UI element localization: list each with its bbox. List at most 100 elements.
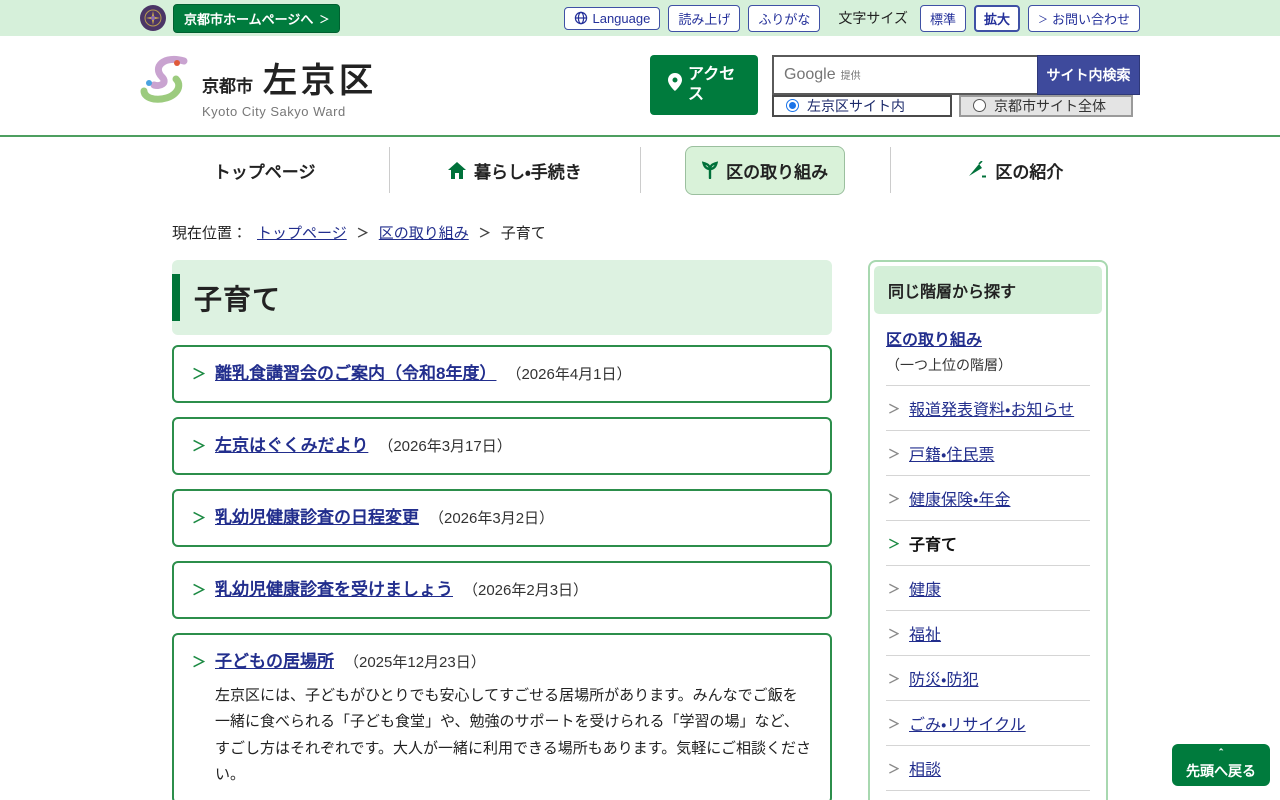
article-link[interactable]: 乳幼児健康診査を受けましょう xyxy=(215,577,453,603)
location-pin-icon xyxy=(668,72,682,96)
chevron-right-icon: ＞ xyxy=(888,491,901,506)
sidebar-item-recycling[interactable]: ＞ ごみ・リサイクル xyxy=(886,700,1090,745)
nav-top-page-label: トップページ xyxy=(213,162,316,182)
furigana-button[interactable]: ふりがな xyxy=(748,4,821,32)
article-link[interactable]: 子どもの居場所 xyxy=(215,649,334,675)
sidebar-item-label: 健康保険・年金 xyxy=(909,492,1011,509)
furigana-label: ふりがな xyxy=(758,11,811,27)
chevron-right-icon: ＞ xyxy=(1037,14,1048,26)
nav-living-procedures[interactable]: 暮らし・手続き xyxy=(389,147,639,193)
chevron-right-icon: ＞ xyxy=(888,626,901,641)
article-date: （2026年2月3日） xyxy=(463,582,589,599)
kyoto-city-emblem-icon xyxy=(140,5,166,31)
language-button[interactable]: Language xyxy=(564,6,661,30)
nav-ward-initiatives-label: 区の取り組み xyxy=(726,162,829,182)
sidebar-parent-note: （一つ上位の階層） xyxy=(886,357,1012,373)
sidebar-item-label: 防災・防犯 xyxy=(909,672,979,689)
chevron-up-icon: ＾ xyxy=(1215,750,1227,762)
sidebar-item-label: 戸籍・住民票 xyxy=(909,447,995,464)
breadcrumb-current: 子育て xyxy=(500,225,546,242)
nav-ward-initiatives[interactable]: 区の取り組み xyxy=(639,145,890,195)
contact-label: お問い合わせ xyxy=(1051,11,1130,27)
read-aloud-label: 読み上げ xyxy=(678,11,731,27)
nav-ward-introduction[interactable]: 区の紹介 xyxy=(889,147,1140,193)
sidebar-item-health[interactable]: ＞ 健康 xyxy=(886,565,1090,610)
font-standard-label: 標準 xyxy=(929,11,956,27)
font-size-label: 文字サイズ xyxy=(838,10,908,26)
language-label: Language xyxy=(592,10,651,26)
home-icon xyxy=(447,161,466,179)
site-header: 京都市 左京区 Kyoto City Sakyo Ward アクセス Googl xyxy=(0,36,1280,135)
nav-ward-introduction-label: 区の紹介 xyxy=(995,162,1064,182)
article-card: ＞ 左京はぐくみだより （2026年3月17日） xyxy=(172,417,832,475)
article-link[interactable]: 左京はぐくみだより xyxy=(215,433,368,459)
kyoto-city-home-label: 京都市ホームページへ xyxy=(184,11,314,27)
sakyo-ward-logo-mark-icon xyxy=(140,53,192,114)
sidebar-item-childcare-current: ＞ 子育て xyxy=(886,520,1090,565)
article-description: 左京区には、子どもがひとりでも安心してすごせる居場所があります。みんなでご飯を一… xyxy=(215,687,811,783)
chevron-right-icon: ＞ xyxy=(888,761,901,776)
utility-bar: 京都市ホームページへ ＞ Language 読み上げ ふりがな 文字サイズ 標準… xyxy=(0,0,1280,36)
sidebar-item-consultation[interactable]: ＞ 相談 xyxy=(886,745,1090,790)
sidebar-item-label: 子育て xyxy=(909,537,958,554)
search-scope-city-radio[interactable]: 京都市サイト全体 xyxy=(959,94,1133,117)
access-button[interactable]: アクセス xyxy=(650,54,758,115)
chevron-right-icon: ＞ xyxy=(888,446,901,461)
back-to-top-label: 先頭へ戻る xyxy=(1186,763,1256,780)
access-label: アクセス xyxy=(688,66,736,103)
article-card: ＞ 乳幼児健康診査の日程変更 （2026年3月2日） xyxy=(172,489,832,547)
logo-city-text: 京都市 xyxy=(202,76,253,96)
chevron-right-icon: ＞ xyxy=(319,14,330,26)
sidebar-item-insurance[interactable]: ＞ 健康保険・年金 xyxy=(886,475,1090,520)
sprout-icon xyxy=(702,161,719,179)
sidebar-item-press[interactable]: ＞ 報道発表資料・お知らせ xyxy=(886,385,1090,430)
nav-living-procedures-label: 暮らし・手続き xyxy=(473,162,582,182)
sidebar-item-label: 健康 xyxy=(909,582,942,599)
site-search-button[interactable]: サイト内検索 xyxy=(1037,54,1140,95)
kyoto-city-home-button[interactable]: 京都市ホームページへ ＞ xyxy=(173,3,341,33)
article-card: ＞ 子どもの居場所 （2025年12月23日） 左京区には、子どもがひとりでも安… xyxy=(172,633,832,800)
sidebar-title: 同じ階層から探す xyxy=(874,266,1102,314)
logo-english-text: Kyoto City Sakyo Ward xyxy=(202,103,346,119)
chevron-right-icon: ＞ xyxy=(888,581,901,596)
breadcrumb-link-initiatives[interactable]: 区の取り組み xyxy=(379,222,469,243)
sidebar-item-label: ごみ・リサイクル xyxy=(909,717,1026,734)
breadcrumb-label: 現在位置： xyxy=(172,225,248,242)
search-input[interactable]: Google 提供 xyxy=(772,54,1037,95)
sidebar-item-disaster[interactable]: ＞ 防災・防犯 xyxy=(886,655,1090,700)
contact-button[interactable]: ＞ お問い合わせ xyxy=(1027,4,1140,32)
page-title-box: 子育て xyxy=(172,260,832,335)
radio-unselected-icon xyxy=(973,99,986,112)
search-provider-text: Google xyxy=(784,65,836,83)
article-link[interactable]: 離乳食講習会のご案内（令和8年度） xyxy=(215,361,496,387)
nav-top-page[interactable]: トップページ xyxy=(140,147,389,193)
sidebar-item-label: 相談 xyxy=(909,762,942,779)
site-logo[interactable]: 京都市 左京区 Kyoto City Sakyo Ward xyxy=(140,53,377,119)
back-to-top-button[interactable]: ＾ 先頭へ戻る xyxy=(1172,744,1270,786)
sidebar-same-level: 同じ階層から探す 区の取り組み （一つ上位の階層） ＞ 報道発表資料・お知らせ … xyxy=(868,260,1108,800)
global-nav: トップページ 暮らし・手続き 区の取り組み 区の紹介 xyxy=(0,137,1280,203)
logo-ward-text: 左京区 xyxy=(263,61,377,100)
search-scope-ward-radio[interactable]: 左京区サイト内 xyxy=(772,94,952,117)
read-aloud-button[interactable]: 読み上げ xyxy=(668,4,741,32)
font-large-label: 拡大 xyxy=(983,11,1010,27)
font-standard-button[interactable]: 標準 xyxy=(919,4,966,32)
chevron-right-icon: ＞ xyxy=(888,716,901,731)
search-provided-by-text: 提供 xyxy=(840,71,861,82)
sidebar-item-sanitation[interactable]: ＞ 衛生 xyxy=(886,790,1090,800)
radio-selected-icon xyxy=(786,99,799,112)
sidebar-item-label: 福祉 xyxy=(909,627,942,644)
sidebar-item-registry[interactable]: ＞ 戸籍・住民票 xyxy=(886,430,1090,475)
chevron-right-icon: ＞ xyxy=(192,510,206,526)
article-link[interactable]: 乳幼児健康診査の日程変更 xyxy=(215,505,419,531)
sidebar-parent-link[interactable]: 区の取り組み xyxy=(886,332,982,349)
chevron-right-icon: ＞ xyxy=(888,401,901,416)
article-date: （2026年3月17日） xyxy=(378,438,512,455)
title-accent-bar xyxy=(172,274,180,321)
font-large-button[interactable]: 拡大 xyxy=(973,4,1020,32)
chevron-right-icon: ＞ xyxy=(192,654,206,670)
sidebar-item-welfare[interactable]: ＞ 福祉 xyxy=(886,610,1090,655)
breadcrumb-link-top[interactable]: トップページ xyxy=(257,222,347,243)
globe-icon xyxy=(574,11,588,25)
article-date: （2026年3月2日） xyxy=(429,510,555,527)
